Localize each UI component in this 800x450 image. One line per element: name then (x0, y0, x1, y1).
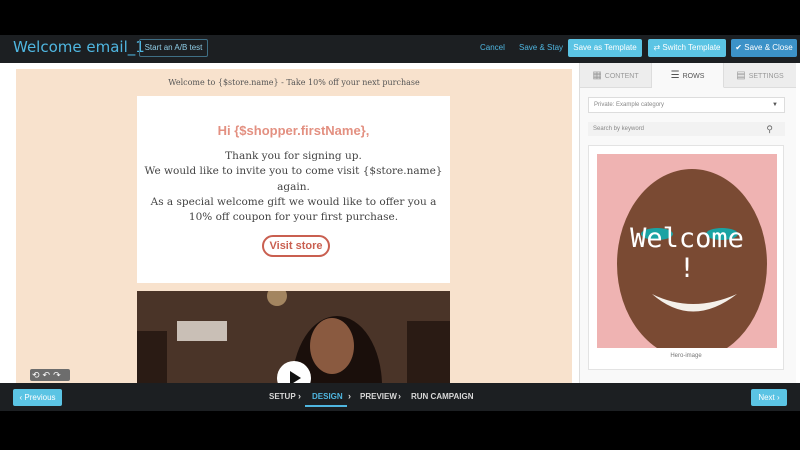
chevron-left-icon: ‹ (19, 393, 23, 402)
cancel-link[interactable]: Cancel (480, 43, 505, 52)
tab-rows-label: ROWS (682, 73, 705, 80)
ab-test-button[interactable]: Start an A/B test (139, 39, 208, 57)
save-close-label: Save & Close (744, 43, 793, 52)
tab-settings-label: SETTINGS (748, 73, 784, 80)
email-body-text: Thank you for signing up. We would like … (137, 149, 450, 225)
email-body-line: again. (277, 180, 310, 193)
hero-image-thumbnail: Welcome ! (597, 154, 777, 348)
email-video-block[interactable] (137, 291, 450, 383)
check-icon: ✔ (735, 43, 742, 52)
email-canvas[interactable]: Welcome to {$store.name} - Take 10% off … (16, 69, 572, 383)
save-template-button[interactable]: Save as Template (568, 39, 642, 57)
active-step-indicator (305, 405, 347, 407)
chevron-right-icon: › (398, 391, 401, 401)
row-template-caption: Hero-image (670, 353, 702, 359)
switch-icon: ⇄ (653, 43, 661, 52)
rows-panel: Private: Example category ▼ Search by ke… (580, 88, 796, 383)
grid-icon: ▦ (592, 70, 602, 81)
previous-label: Previous (24, 393, 56, 402)
tab-settings[interactable]: ▤ SETTINGS (724, 63, 796, 88)
hero-overlay-line: ! (678, 253, 696, 284)
save-stay-link[interactable]: Save & Stay (519, 43, 563, 52)
category-select-value: Private: Example category (594, 102, 665, 108)
next-button[interactable]: Next › (751, 389, 787, 406)
chevron-right-icon: › (777, 393, 780, 402)
step-run-campaign[interactable]: RUN CAMPAIGN (411, 392, 474, 401)
email-greeting: Hi {$shopper.firstName}, (217, 123, 370, 138)
chevron-down-icon: ▼ (772, 102, 778, 108)
bottom-nav: ‹ Previous SETUP › DESIGN › PREVIEW › RU… (0, 383, 800, 411)
page-title: Welcome email_1 (13, 38, 145, 56)
previous-button[interactable]: ‹ Previous (13, 389, 62, 406)
email-content-block[interactable]: Hi {$shopper.firstName}, Thank you for s… (137, 96, 450, 283)
step-preview[interactable]: PREVIEW (360, 392, 397, 401)
step-design[interactable]: DESIGN (312, 392, 343, 401)
undo-icon[interactable]: ↶ (43, 370, 54, 380)
next-label: Next (758, 393, 775, 402)
search-placeholder: Search by keyword (593, 126, 645, 132)
tab-rows[interactable]: ☰ ROWS (652, 63, 724, 88)
workspace: Welcome to {$store.name} - Take 10% off … (0, 63, 800, 383)
settings-icon: ▤ (736, 70, 746, 81)
category-select[interactable]: Private: Example category ▼ (588, 97, 785, 113)
tab-content-label: CONTENT (604, 73, 639, 80)
chevron-right-icon: › (348, 391, 351, 401)
switch-template-button[interactable]: ⇄ Switch Template (648, 39, 726, 57)
top-toolbar: Welcome email_1 Start an A/B test Cancel… (0, 35, 800, 63)
chevron-right-icon: › (298, 391, 301, 401)
hero-overlay-line: Welcome (630, 223, 744, 254)
history-icon[interactable]: ⟲ (32, 370, 43, 380)
redo-icon[interactable]: ↷ (53, 370, 64, 380)
history-controls[interactable]: ⟲↶↷ (30, 369, 70, 381)
email-preheader: Welcome to {$store.name} - Take 10% off … (168, 78, 420, 87)
email-body-line: Thank you for signing up. (225, 150, 362, 162)
search-input[interactable]: Search by keyword ⚲ (588, 122, 785, 136)
save-close-button[interactable]: ✔ Save & Close (731, 39, 797, 57)
email-body-line: As a special welcome gift we would like … (150, 195, 437, 208)
switch-template-label: Switch Template (662, 43, 721, 52)
hero-overlay-text: Welcome ! (597, 224, 777, 284)
visit-store-button[interactable]: Visit store (262, 235, 330, 257)
row-template-card[interactable]: Welcome ! Hero-image (588, 145, 784, 370)
rows-icon: ☰ (670, 70, 680, 81)
email-body-line: 10% off coupon for your first purchase. (188, 211, 399, 224)
search-icon[interactable]: ⚲ (766, 122, 773, 136)
email-body-line: We would like to invite you to come visi… (144, 165, 443, 178)
tab-content[interactable]: ▦ CONTENT (580, 63, 652, 88)
side-panel: ▦ CONTENT ☰ ROWS ▤ SETTINGS Private: Exampl… (579, 63, 796, 383)
step-setup[interactable]: SETUP (269, 392, 296, 401)
